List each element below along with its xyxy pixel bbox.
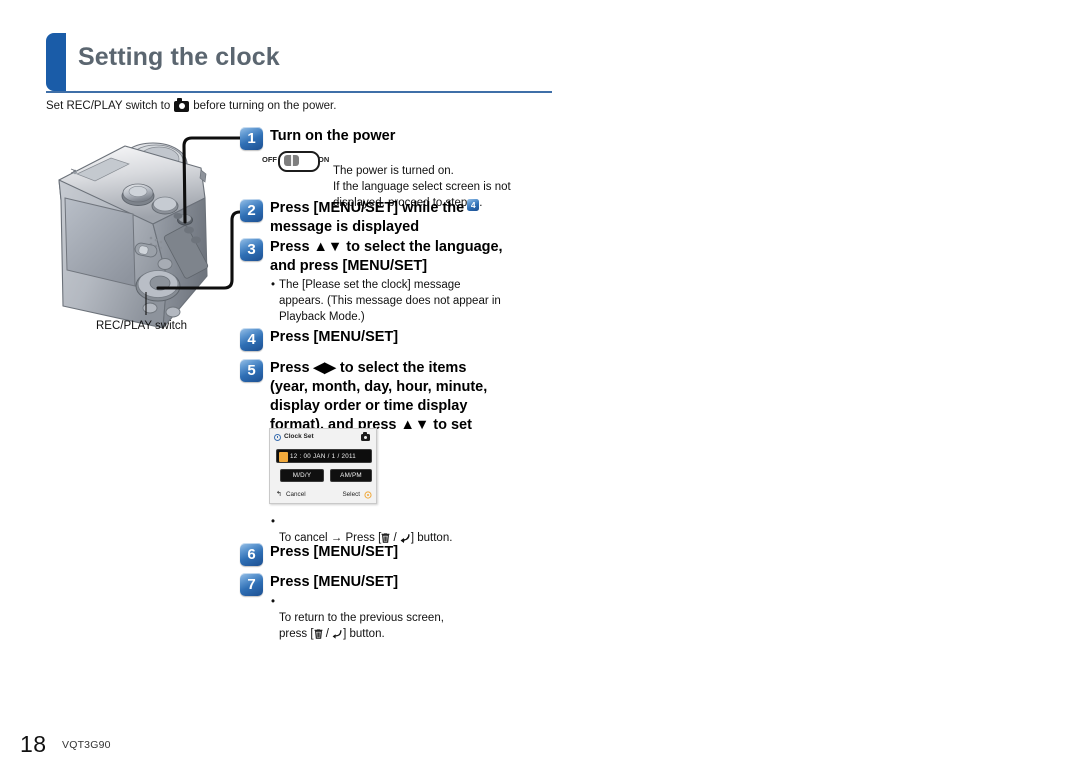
step-1-body-suffix: . <box>479 196 483 209</box>
step-3-badge: 3 <box>240 238 263 261</box>
power-switch-off-label: OFF <box>262 155 277 164</box>
step-3-heading: Press ▲▼ to select the language, and pre… <box>270 239 503 275</box>
intro-instruction: Set REC/PLAY switch to before turning on… <box>46 97 337 112</box>
delete-button <box>165 306 181 318</box>
header-divider <box>46 91 552 93</box>
intro-prefix-text: Set REC/PLAY switch to <box>46 100 171 112</box>
page-header: Setting the clock <box>46 33 552 91</box>
document-code: VQT3G90 <box>62 739 111 751</box>
leader-lines <box>145 136 246 315</box>
step-4-reference-badge: 4 <box>467 198 480 211</box>
step-1-heading: Turn on the power <box>270 128 396 144</box>
step-7-bullet-sep: / <box>322 628 333 641</box>
step-2-heading: Press [MENU/SET] while the message is di… <box>270 200 465 236</box>
step-4-badge: 4 <box>240 328 263 351</box>
step-6-heading: Press [MENU/SET] <box>270 544 399 560</box>
power-switch-on-label: ON <box>318 155 330 164</box>
ampm-format-button[interactable]: AM/PM <box>330 469 372 482</box>
camera-illustration <box>58 142 209 329</box>
page-number: 18 <box>20 731 47 757</box>
step-6-badge: 6 <box>240 543 263 566</box>
return-arrow-icon: ↰ <box>276 491 282 498</box>
shutter-button <box>151 196 179 215</box>
step-4-heading: Press [MENU/SET] <box>270 329 399 345</box>
cursor-pad <box>135 270 181 302</box>
side-button-c <box>191 236 201 244</box>
side-button-b <box>184 226 194 234</box>
return-icon <box>400 534 410 544</box>
step-2-badge: 2 <box>240 199 263 222</box>
date-format-button[interactable]: M/D/Y <box>280 469 324 482</box>
step-7-bullet-line: To return to the previous screen, press … <box>279 594 521 642</box>
mode-dial <box>121 183 155 206</box>
display-button <box>157 258 173 270</box>
camera-mode-icon <box>174 97 190 112</box>
step-7-bullet-suffix: ] button. <box>343 628 385 641</box>
step-1-badge: 1 <box>240 127 263 150</box>
rec-mode-icon <box>361 432 370 441</box>
clock-set-title: Clock Set <box>284 433 314 440</box>
select-label: Select <box>342 491 360 498</box>
step-5-bullet: • To cancel → Press [ / ] button. <box>271 514 531 546</box>
clock-value-text: 12 : 00 JAN / 1 / 2011 <box>290 452 356 460</box>
step-7-heading: Press [MENU/SET] <box>270 574 399 590</box>
rec-play-switch-label: REC/PLAY switch <box>96 320 187 332</box>
step-5-badge: 5 <box>240 359 263 382</box>
side-button-a <box>173 213 183 219</box>
bullet-dot: • <box>271 279 276 291</box>
power-switch-knob <box>284 155 299 166</box>
power-switch-track <box>278 151 320 172</box>
intro-suffix-text: before turning on the power. <box>193 100 337 112</box>
bullet-dot: • <box>271 596 276 608</box>
step-5-bullet-line: To cancel → Press [ / ] button. <box>279 514 531 546</box>
clock-set-screen: Clock Set 12 : 00 JAN / 1 / 2011 M/D/Y A… <box>269 428 377 504</box>
menu-button <box>142 302 158 314</box>
trash-icon <box>381 533 390 543</box>
step-3-bullet-text: The [Please set the clock] message appea… <box>279 279 501 324</box>
step-3-bullet: • The [Please set the clock] message app… <box>271 277 531 325</box>
power-switch-graphic: OFF ON <box>262 150 334 184</box>
clock-icon <box>274 433 281 441</box>
cursor-pad-icon <box>364 491 372 499</box>
clock-value-row[interactable]: 12 : 00 JAN / 1 / 2011 <box>276 449 372 463</box>
cancel-label[interactable]: Cancel <box>286 491 306 498</box>
return-icon <box>332 630 342 639</box>
step-7-badge: 7 <box>240 573 263 596</box>
page-title: Setting the clock <box>78 43 280 71</box>
trash-icon <box>314 629 322 639</box>
step-5-bullet-suffix: ] button. <box>410 532 453 545</box>
bullet-dot: • <box>271 516 276 528</box>
step-7-bullet: • To return to the previous screen, pres… <box>271 594 521 642</box>
clock-field-highlight <box>279 451 288 462</box>
step-5-heading: Press ◀▶ to select the items (year, mont… <box>270 360 488 434</box>
header-accent-bar <box>46 33 66 91</box>
